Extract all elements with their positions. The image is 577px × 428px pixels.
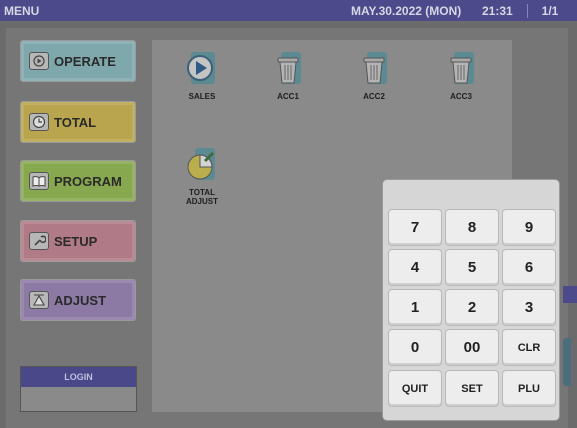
sidebar-item-label: OPERATE (54, 53, 116, 69)
play-icon (185, 50, 219, 86)
app-label: ACC3 (450, 92, 472, 101)
book-icon (29, 172, 49, 190)
numeric-keypad: 7 8 9 4 5 6 1 2 3 0 00 CLR QUIT SET PLU (382, 179, 560, 421)
play-icon (29, 52, 49, 70)
time-display: 21:31 (482, 4, 513, 18)
login-panel[interactable]: LOGIN (20, 366, 137, 412)
app-sales[interactable]: SALES (172, 50, 232, 101)
app-label: ACC1 (277, 92, 299, 101)
app-total-adjust[interactable]: TOTAL ADJUST (172, 146, 232, 206)
sidebar-item-setup[interactable]: SETUP (20, 220, 136, 262)
plu-button[interactable]: PLU (502, 370, 556, 407)
title-bar: MENU MAY.30.2022 (MON) 21:31 1/1 (0, 0, 577, 21)
sidebar-item-operate[interactable]: OPERATE (20, 40, 136, 82)
app-acc3[interactable]: ACC3 (431, 50, 491, 101)
app-label-line1: TOTAL (189, 188, 215, 197)
set-button[interactable]: SET (445, 370, 499, 407)
key-2[interactable]: 2 (445, 289, 499, 326)
sidebar-item-program[interactable]: PROGRAM (20, 160, 136, 202)
sidebar-item-label: SETUP (54, 233, 98, 249)
app-label: ACC2 (363, 92, 385, 101)
date-display: MAY.30.2022 (MON) (351, 4, 462, 18)
pie-chart-icon (185, 146, 219, 182)
key-5[interactable]: 5 (445, 249, 499, 286)
key-9[interactable]: 9 (502, 209, 556, 246)
key-0[interactable]: 0 (388, 329, 442, 366)
sidebar-item-total[interactable]: TOTAL (20, 101, 136, 143)
key-7[interactable]: 7 (388, 209, 442, 246)
sidebar-item-adjust[interactable]: ADJUST (20, 279, 136, 321)
quit-button[interactable]: QUIT (388, 370, 442, 407)
page-indicator: 1/1 (527, 4, 572, 18)
sidebar-item-label: PROGRAM (54, 173, 122, 189)
app-label-line2: ADJUST (185, 197, 218, 206)
app-label: SALES (188, 92, 216, 101)
background-panel-button (563, 338, 571, 386)
trash-icon (357, 50, 391, 86)
key-8[interactable]: 8 (445, 209, 499, 246)
sidebar-item-label: TOTAL (54, 114, 97, 130)
key-00[interactable]: 00 (445, 329, 499, 366)
app-acc1[interactable]: ACC1 (258, 50, 318, 101)
clear-button[interactable]: CLR (502, 329, 556, 366)
clock-icon (29, 113, 49, 131)
login-label: LOGIN (21, 367, 136, 387)
key-4[interactable]: 4 (388, 249, 442, 286)
background-panel-header (563, 286, 577, 303)
trash-icon (271, 50, 305, 86)
scale-icon (29, 291, 49, 309)
window-title: MENU (4, 4, 40, 18)
key-1[interactable]: 1 (388, 289, 442, 326)
key-3[interactable]: 3 (502, 289, 556, 326)
app-acc2[interactable]: ACC2 (344, 50, 404, 101)
wrench-icon (29, 232, 49, 250)
trash-icon (444, 50, 478, 86)
key-6[interactable]: 6 (502, 249, 556, 286)
sidebar-item-label: ADJUST (54, 292, 107, 308)
